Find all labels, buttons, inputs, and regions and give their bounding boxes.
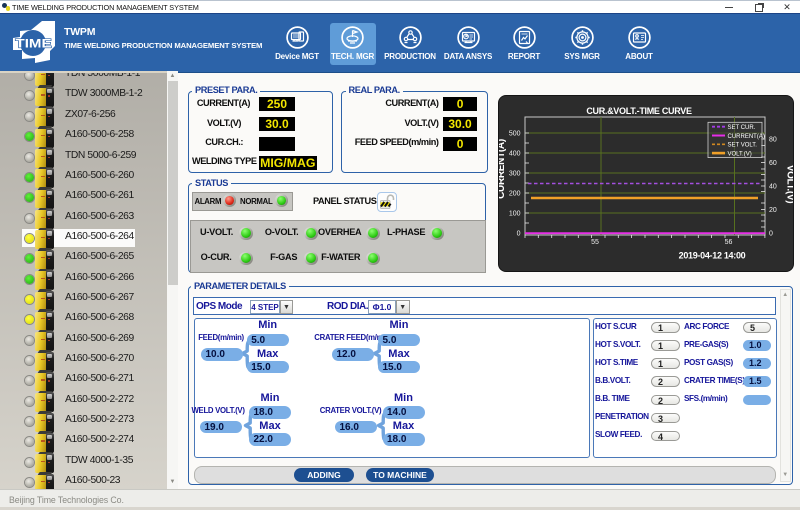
svg-text:80: 80 — [769, 137, 777, 144]
svg-text:VOLT.(V): VOLT.(V) — [785, 165, 794, 204]
svg-text:40: 40 — [769, 184, 777, 191]
svg-text:200: 200 — [509, 191, 521, 198]
svg-text:56: 56 — [725, 239, 733, 246]
svg-text:60: 60 — [769, 160, 777, 167]
svg-text:300: 300 — [509, 171, 521, 178]
svg-text:500: 500 — [509, 131, 521, 138]
svg-text:CURRENT(A): CURRENT(A) — [499, 139, 507, 199]
svg-text:0: 0 — [517, 231, 521, 238]
svg-text:20: 20 — [769, 207, 777, 214]
svg-text:CURRENT(A): CURRENT(A) — [728, 134, 765, 140]
svg-text:SET CUR.: SET CUR. — [728, 125, 756, 131]
svg-text:SET VOLT.: SET VOLT. — [728, 143, 758, 149]
svg-text:100: 100 — [509, 211, 521, 218]
svg-text:0: 0 — [769, 231, 773, 238]
svg-text:55: 55 — [591, 239, 599, 246]
svg-text:CUR.&VOLT.-TIME CURVE: CUR.&VOLT.-TIME CURVE — [586, 106, 692, 116]
svg-text:VOLT.(V): VOLT.(V) — [728, 151, 752, 157]
svg-text:400: 400 — [509, 151, 521, 158]
svg-text:TIME: TIME — [16, 36, 52, 50]
svg-text:2019-04-12 14:00: 2019-04-12 14:00 — [679, 251, 746, 261]
